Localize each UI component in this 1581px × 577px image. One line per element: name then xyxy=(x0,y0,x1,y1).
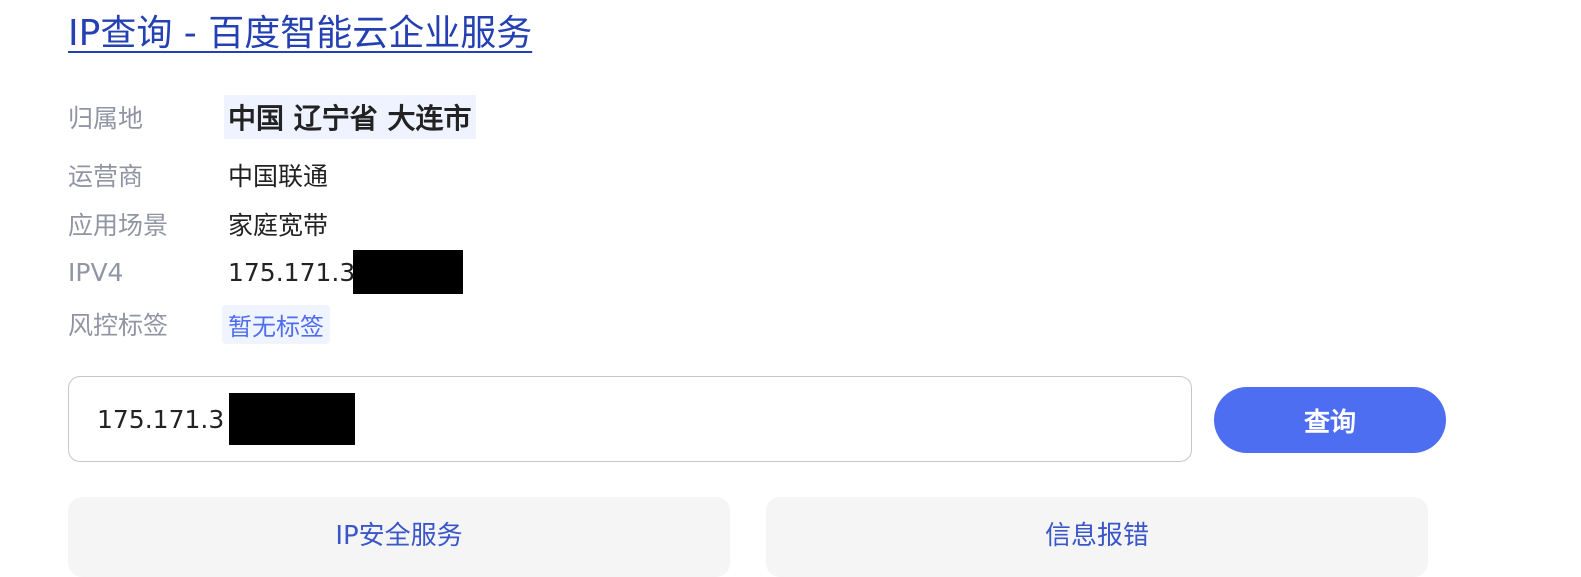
query-button[interactable]: 查询 xyxy=(1214,387,1446,453)
ipv4-row: IPV4 175.171.3 xyxy=(68,250,464,294)
isp-row: 运营商 中国联通 xyxy=(68,155,328,195)
risk-row: 风控标签 暂无标签 xyxy=(68,304,330,344)
report-error-button[interactable]: 信息报错 xyxy=(766,497,1428,577)
search-redaction xyxy=(229,393,355,445)
isp-value: 中国联通 xyxy=(228,162,329,191)
location-label: 归属地 xyxy=(68,104,144,133)
ip-search-input[interactable]: 175.171.3 xyxy=(68,376,1192,462)
scene-value: 家庭宽带 xyxy=(228,211,329,240)
isp-label: 运营商 xyxy=(68,162,144,191)
ipv4-redaction xyxy=(353,250,464,294)
location-row: 归属地 中国 辽宁省 大连市 xyxy=(68,95,476,139)
scene-label: 应用场景 xyxy=(68,211,169,240)
location-value: 中国 辽宁省 大连市 xyxy=(224,95,476,139)
ipv4-value: 175.171.3 xyxy=(228,257,356,287)
result-title-link[interactable]: IP查询 - 百度智能云企业服务 xyxy=(68,10,532,58)
risk-label: 风控标签 xyxy=(68,311,169,340)
ipv4-label: IPV4 xyxy=(68,257,124,287)
scene-row: 应用场景 家庭宽带 xyxy=(68,204,328,244)
ip-search-input-value: 175.171.3 xyxy=(97,404,225,434)
ip-security-service-button[interactable]: IP安全服务 xyxy=(68,497,730,577)
risk-tag: 暂无标签 xyxy=(222,304,330,344)
